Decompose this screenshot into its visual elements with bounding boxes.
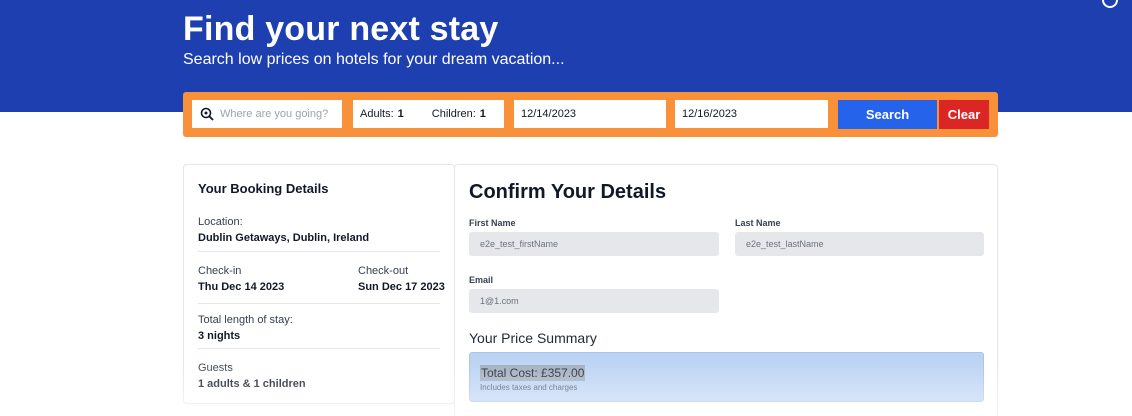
guests-label: Guests xyxy=(198,362,233,374)
location-label: Location: xyxy=(198,216,243,228)
destination-input[interactable]: Where are you going? xyxy=(192,100,342,128)
corner-circle-icon xyxy=(1102,0,1118,8)
children-value[interactable]: 1 xyxy=(480,108,486,120)
price-summary-box: Total Cost: £357.00 Includes taxes and c… xyxy=(469,352,984,402)
search-icon xyxy=(199,107,215,121)
divider xyxy=(198,251,440,252)
children-label: Children: xyxy=(431,108,476,120)
adults-value[interactable]: 1 xyxy=(398,108,404,120)
length-label: Total length of stay: xyxy=(198,314,293,326)
divider xyxy=(198,348,440,349)
hero-subtitle: Search low prices on hotels for your dre… xyxy=(183,51,565,68)
confirm-details-panel: Confirm Your Details First Name e2e_test… xyxy=(454,164,998,416)
price-note: Includes taxes and charges xyxy=(480,383,578,392)
checkout-date-input[interactable]: 12/16/2023 xyxy=(675,100,828,128)
booking-details-panel: Your Booking Details Location: Dublin Ge… xyxy=(183,164,455,404)
last-name-field[interactable]: e2e_test_lastName xyxy=(735,232,984,256)
search-bar: Where are you going? Adults: 1 Children:… xyxy=(183,92,998,137)
location-value: Dublin Getaways, Dublin, Ireland xyxy=(198,232,370,244)
search-button[interactable]: Search xyxy=(838,100,937,129)
last-name-label: Last Name xyxy=(735,218,781,228)
email-label: Email xyxy=(469,275,494,285)
guests-selector[interactable]: Adults: 1 Children: 1 xyxy=(353,100,504,128)
booking-title: Your Booking Details xyxy=(198,181,329,196)
divider xyxy=(198,303,440,304)
first-name-label: First Name xyxy=(469,218,516,228)
guests-value: 1 adults & 1 children xyxy=(198,378,306,390)
confirm-title: Confirm Your Details xyxy=(469,181,667,203)
checkin-label: Check-in xyxy=(198,265,242,277)
length-value: 3 nights xyxy=(198,330,241,342)
checkout-value: Sun Dec 17 2023 xyxy=(358,281,445,293)
checkin-date-input[interactable]: 12/14/2023 xyxy=(514,100,666,128)
email-field[interactable]: 1@1.com xyxy=(469,289,719,313)
hero-title: Find your next stay xyxy=(183,10,499,48)
checkin-value: Thu Dec 14 2023 xyxy=(198,281,285,293)
destination-placeholder: Where are you going? xyxy=(220,108,329,120)
clear-button[interactable]: Clear xyxy=(939,100,989,129)
checkout-label: Check-out xyxy=(358,265,409,277)
price-summary-heading: Your Price Summary xyxy=(469,330,597,346)
first-name-field[interactable]: e2e_test_firstName xyxy=(469,232,719,256)
adults-label: Adults: xyxy=(360,108,394,120)
total-cost: Total Cost: £357.00 xyxy=(480,365,586,381)
